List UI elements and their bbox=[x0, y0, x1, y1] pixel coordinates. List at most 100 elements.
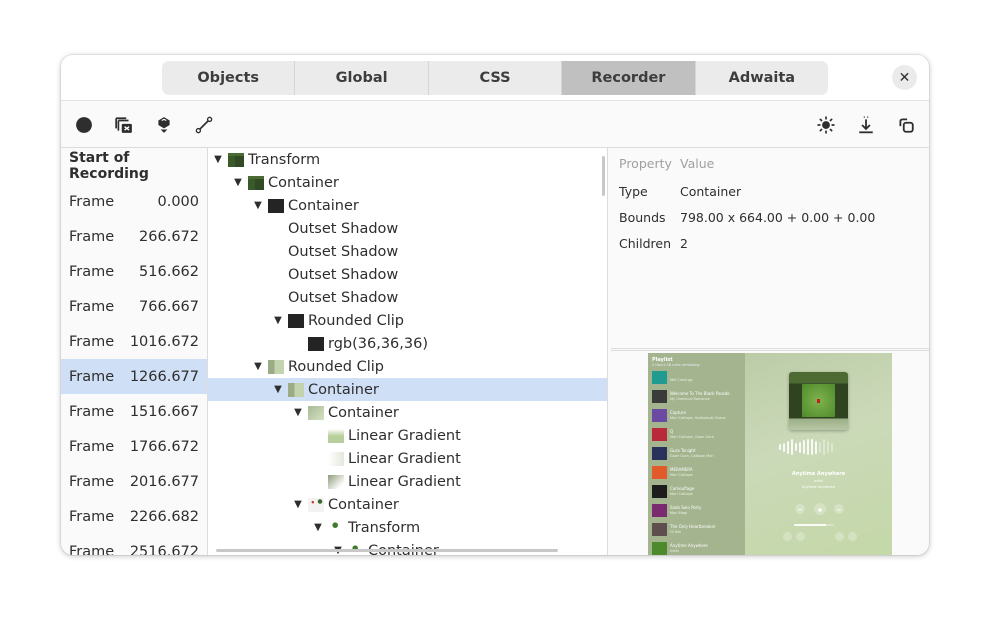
pane-separator[interactable] bbox=[611, 348, 929, 351]
tree-node[interactable]: ▼ Transform bbox=[208, 148, 607, 171]
tree-node[interactable]: Linear Gradient bbox=[208, 447, 607, 470]
expander-arrow-icon[interactable]: ▼ bbox=[288, 493, 308, 516]
expander-arrow-icon[interactable]: ▼ bbox=[308, 516, 328, 539]
tree-horizontal-scrollbar[interactable] bbox=[216, 549, 558, 552]
frame-row[interactable]: Frame 1266.677 bbox=[61, 359, 207, 394]
preview-item-title: Camouflage bbox=[670, 486, 695, 491]
preview-item-title: The Only Heartbreaker bbox=[670, 524, 716, 529]
node-thumbnail-icon bbox=[328, 451, 344, 466]
tree-node[interactable]: rgb(36,36,36) bbox=[208, 332, 607, 355]
tree-node[interactable]: Outset Shadow bbox=[208, 240, 607, 263]
clear-recordings-icon bbox=[115, 117, 132, 133]
preview-repeat-icon bbox=[835, 532, 844, 541]
save-button[interactable] bbox=[853, 112, 879, 138]
tree-node[interactable]: ▼ Rounded Clip bbox=[208, 309, 607, 332]
frame-label: Frame bbox=[69, 473, 115, 490]
preview-item-title: Gura Tonight bbox=[670, 448, 696, 453]
waveform-bar bbox=[787, 440, 789, 454]
waveform-bar bbox=[819, 441, 821, 453]
node-label: Rounded Clip bbox=[288, 358, 384, 375]
preview-cover-icon bbox=[652, 504, 667, 517]
tree-node[interactable]: ▼Container bbox=[208, 493, 607, 516]
node-thumbnail-icon bbox=[328, 474, 344, 489]
preview-volume-bar bbox=[794, 524, 834, 526]
waveform-bar bbox=[827, 441, 829, 453]
frame-row[interactable]: Frame 2016.677 bbox=[61, 464, 207, 499]
tree-node[interactable]: ▼Container bbox=[208, 378, 607, 401]
tree-node[interactable]: Outset Shadow bbox=[208, 217, 607, 240]
preview-song-album: Anytime Anywhere bbox=[801, 485, 836, 489]
expander-arrow-icon[interactable]: ▼ bbox=[328, 539, 348, 555]
frame-time: 2016.677 bbox=[129, 473, 199, 490]
preview-cover-icon bbox=[652, 428, 667, 441]
expander-arrow-icon[interactable]: ▼ bbox=[268, 309, 288, 332]
render-node-tree: ▼ Transform ▼ Container ▼ Container Outset Sha… bbox=[208, 148, 608, 555]
preview-playlist-item: The Only Heartbreaker Hi Hat bbox=[652, 523, 742, 537]
tree-node[interactable]: Outset Shadow bbox=[208, 263, 607, 286]
frame-row[interactable]: Frame 1016.672 bbox=[61, 324, 207, 359]
tree-node[interactable]: ▼Container bbox=[208, 401, 607, 424]
expander-arrow-icon[interactable]: ▼ bbox=[288, 401, 308, 424]
preview-song-title: Anytime Anywhere bbox=[791, 471, 846, 477]
frame-time: 516.662 bbox=[139, 263, 199, 280]
view-switcher: Objects Global CSS Recorder Adwaita bbox=[162, 61, 828, 95]
record-button[interactable] bbox=[71, 112, 97, 138]
waveform-bar bbox=[799, 441, 801, 453]
tree-vertical-scrollbar[interactable] bbox=[602, 156, 605, 196]
preview-cover-icon bbox=[652, 485, 667, 498]
preview-item-artist: Mori Calliope bbox=[670, 473, 693, 477]
frame-time: 766.667 bbox=[139, 298, 199, 315]
highlight-button[interactable] bbox=[813, 112, 839, 138]
tab-objects[interactable]: Objects bbox=[162, 61, 296, 95]
render-node-button[interactable] bbox=[151, 112, 177, 138]
expander-arrow-icon[interactable]: ▼ bbox=[228, 171, 248, 194]
tree-node[interactable]: ▼Container bbox=[208, 171, 607, 194]
frame-row[interactable]: Frame 1516.667 bbox=[61, 394, 207, 429]
tab-recorder[interactable]: Recorder bbox=[562, 61, 696, 95]
preview-item-title: Welcome To The Black Parade bbox=[670, 391, 730, 396]
close-button[interactable]: ✕ bbox=[892, 65, 917, 90]
tab-adwaita[interactable]: Adwaita bbox=[696, 61, 828, 95]
preview-cover-icon bbox=[652, 447, 667, 460]
tree-node[interactable]: ▼ Rounded Clip bbox=[208, 355, 607, 378]
node-thumbnail-icon bbox=[328, 520, 344, 535]
frames-header: Start of Recording bbox=[69, 150, 149, 182]
frame-time: 0.000 bbox=[157, 193, 199, 210]
save-icon bbox=[859, 116, 873, 134]
recorder-toolbar bbox=[61, 102, 929, 148]
frame-row[interactable]: Frame 2266.682 bbox=[61, 499, 207, 534]
clear-recordings-button[interactable] bbox=[111, 112, 137, 138]
frame-row[interactable]: Frame 266.672 bbox=[61, 219, 207, 254]
preview-cover-icon bbox=[652, 390, 667, 403]
expander-arrow-icon[interactable]: ▼ bbox=[248, 355, 268, 378]
copy-icon bbox=[899, 118, 914, 133]
node-label: Transform bbox=[348, 519, 421, 536]
tree-node[interactable]: ▼Container bbox=[208, 539, 607, 555]
node-label: Transform bbox=[248, 151, 321, 168]
tree-node[interactable]: Linear Gradient bbox=[208, 470, 607, 493]
preview-playlist-item: Camouflage Mori Calliope bbox=[652, 485, 742, 499]
tab-global[interactable]: Global bbox=[295, 61, 429, 95]
preview-playlist-item: Sado Selo Party Mori Magi bbox=[652, 504, 742, 518]
frame-row[interactable]: Frame 1766.672 bbox=[61, 429, 207, 464]
node-label: Linear Gradient bbox=[348, 427, 461, 444]
frame-row[interactable]: Frame 516.662 bbox=[61, 254, 207, 289]
frame-row[interactable]: Frame 0.000 bbox=[61, 184, 207, 219]
tree-node[interactable]: Outset Shadow bbox=[208, 286, 607, 309]
copy-button[interactable] bbox=[893, 112, 919, 138]
tree-node[interactable]: Linear Gradient bbox=[208, 424, 607, 447]
frame-row[interactable]: Frame 766.667 bbox=[61, 289, 207, 324]
edit-path-button[interactable] bbox=[191, 112, 217, 138]
tree-node[interactable]: ▼ Transform bbox=[208, 516, 607, 539]
preview-song-artist: milet bbox=[814, 479, 823, 483]
expander-arrow-icon[interactable]: ▼ bbox=[248, 194, 268, 217]
header-bar: Objects Global CSS Recorder Adwaita ✕ bbox=[61, 55, 929, 101]
frame-row[interactable]: Frame 2516.672 bbox=[61, 534, 207, 556]
tab-css[interactable]: CSS bbox=[429, 61, 563, 95]
expander-arrow-icon[interactable]: ▼ bbox=[268, 378, 288, 401]
preview-playlist-item: Anytime Anywhere milet bbox=[652, 542, 742, 555]
waveform-bar bbox=[811, 439, 813, 455]
node-thumbnail-icon bbox=[248, 175, 264, 190]
tree-node[interactable]: ▼Container bbox=[208, 194, 607, 217]
expander-arrow-icon[interactable]: ▼ bbox=[208, 148, 228, 171]
